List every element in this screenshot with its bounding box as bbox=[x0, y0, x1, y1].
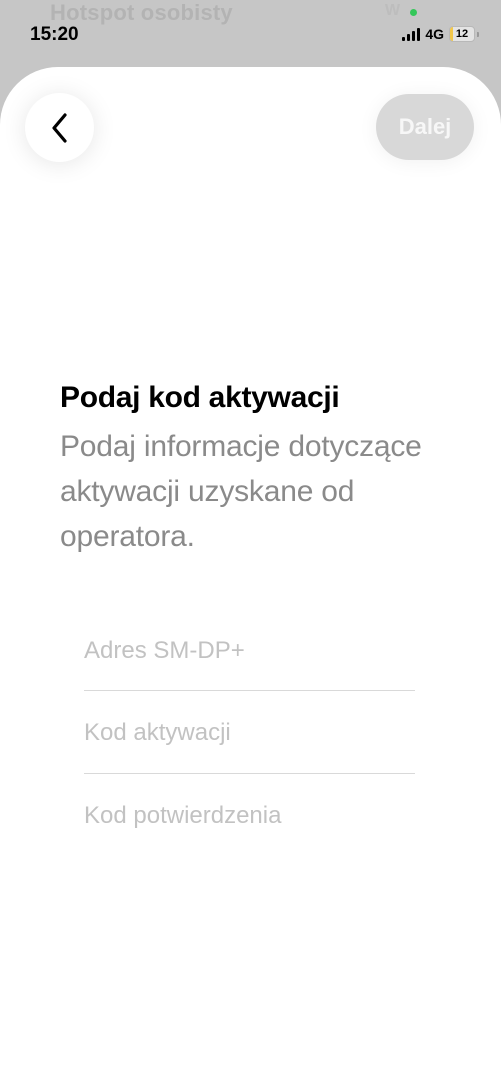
battery-cap bbox=[477, 31, 479, 37]
page-subtitle: Podaj informacje dotyczące aktywacji uzy… bbox=[60, 430, 422, 553]
background-page-title: Hotspot osobisty bbox=[50, 0, 233, 25]
chevron-left-icon bbox=[51, 112, 67, 143]
confirmation-code-input[interactable] bbox=[84, 775, 415, 857]
privacy-indicator-dot bbox=[410, 9, 417, 16]
screen: Hotspot osobisty W 15:20 4G 12 Dalej Pod… bbox=[0, 0, 501, 1079]
activation-sheet bbox=[0, 67, 501, 1079]
next-button[interactable]: Dalej bbox=[376, 94, 474, 160]
confirmation-code-field[interactable] bbox=[84, 775, 415, 857]
battery-icon: 12 bbox=[449, 26, 475, 42]
smdp-address-field[interactable] bbox=[84, 610, 415, 692]
activation-code-field[interactable] bbox=[84, 692, 415, 774]
status-indicators: 4G 12 bbox=[402, 26, 479, 42]
activation-code-input[interactable] bbox=[84, 692, 415, 774]
page-title: Podaj kod aktywacji bbox=[60, 381, 340, 414]
status-time: 15:20 bbox=[30, 24, 79, 45]
cellular-signal-icon bbox=[402, 27, 421, 41]
network-type: 4G bbox=[425, 26, 444, 42]
back-button[interactable] bbox=[25, 93, 94, 162]
battery-percent: 12 bbox=[455, 28, 469, 40]
field-divider bbox=[84, 690, 415, 691]
background-wifi-label: W bbox=[385, 2, 401, 19]
field-divider bbox=[84, 773, 415, 774]
smdp-address-input[interactable] bbox=[84, 610, 415, 692]
